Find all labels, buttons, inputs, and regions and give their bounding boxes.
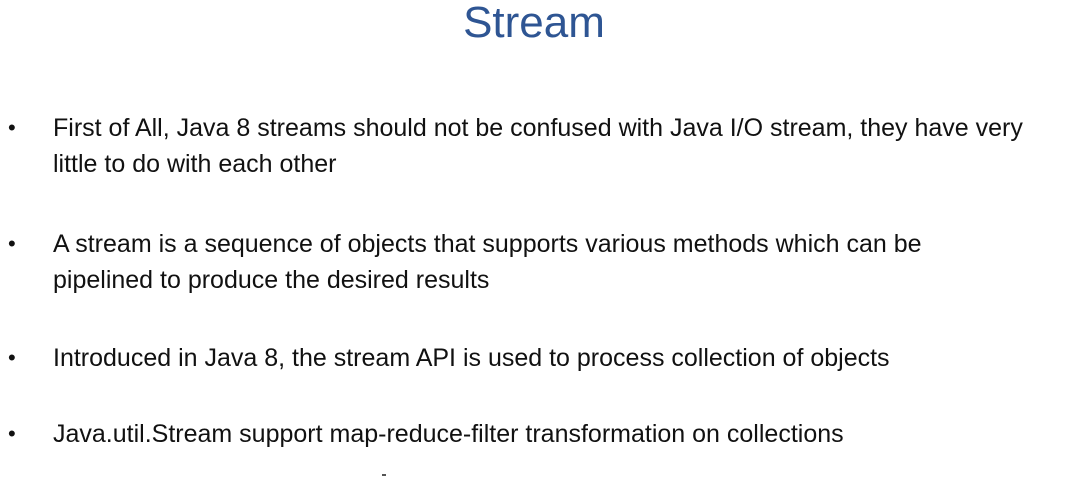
stray-mark (382, 474, 386, 476)
bullet-text: A stream is a sequence of objects that s… (53, 230, 922, 294)
bullet-text: First of All, Java 8 streams should not … (53, 114, 1023, 178)
bullet-text: Java.util.Stream support map-reduce-filt… (53, 420, 844, 448)
slide-title: Stream (463, 0, 605, 47)
bullet-marker: • (8, 231, 16, 256)
bullet-text: Introduced in Java 8, the stream API is … (53, 344, 890, 372)
bullet-marker: • (8, 115, 16, 140)
bullet-marker: • (8, 421, 16, 446)
bullet-marker: • (8, 345, 16, 370)
slide: Stream • First of All, Java 8 streams sh… (0, 0, 1068, 479)
